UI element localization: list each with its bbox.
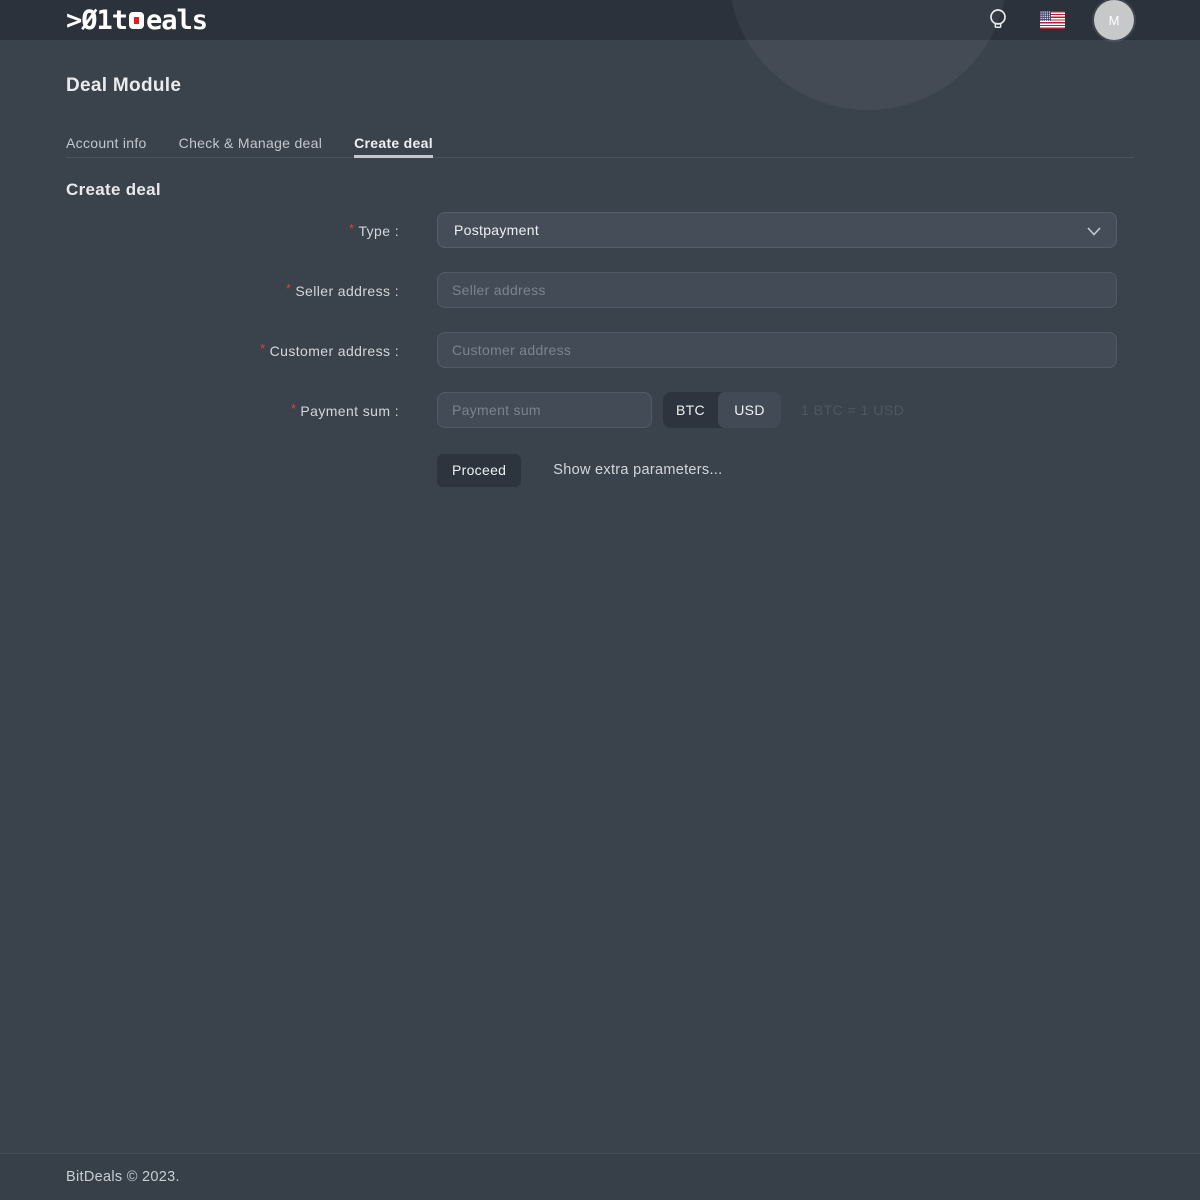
page-footer: BitDeals © 2023. [0,1153,1200,1200]
payment-sum-label: *Payment sum : [66,401,399,419]
customer-address-row: *Customer address : [66,332,1134,368]
avatar-initial: M [1109,13,1120,28]
type-label: *Type : [66,221,399,239]
create-deal-form: *Type : Postpayment *Seller address : [66,212,1134,488]
tab-account-info[interactable]: Account info [66,135,147,157]
required-marker: * [349,221,354,236]
us-flag-canton [1040,11,1051,21]
tab-create-deal[interactable]: Create deal [354,135,433,157]
type-select-value: Postpayment [454,222,539,238]
tab-bar: Account info Check & Manage deal Create … [66,135,1134,158]
theme-toggle-button[interactable] [987,7,1009,34]
show-extra-parameters-link[interactable]: Show extra parameters... [553,462,722,478]
payment-sum-row: *Payment sum : BTC USD 1 BTC = 1 USD [66,392,1134,428]
lightbulb-icon [987,7,1009,34]
page-title: Deal Module [66,75,1134,97]
actions-row: Proceed Show extra parameters... [66,452,1134,488]
language-flag-us[interactable] [1040,11,1065,29]
customer-address-label: *Customer address : [66,341,399,359]
currency-toggle: BTC USD [663,392,781,428]
required-marker: * [260,341,265,356]
logo-d-glyph [129,12,144,29]
section-title: Create deal [66,180,1134,200]
chevron-down-icon [1087,227,1101,236]
customer-address-input[interactable] [437,332,1117,368]
currency-option-btc[interactable]: BTC [663,392,718,428]
main-content: Deal Module Account info Check & Manage … [0,75,1200,488]
seller-address-input[interactable] [437,272,1117,308]
header-actions: M [987,0,1134,40]
seller-address-label: *Seller address : [66,281,399,299]
logo-text-pre: >Ø1t [66,5,127,36]
required-marker: * [291,401,296,416]
copyright-text: BitDeals © 2023. [66,1169,180,1185]
user-avatar[interactable]: M [1094,0,1134,40]
brand-logo[interactable]: >Ø1t eals [66,5,207,36]
logo-text-post: eals [146,5,207,36]
required-marker: * [286,281,291,296]
proceed-button[interactable]: Proceed [437,454,521,487]
exchange-rate-text: 1 BTC = 1 USD [801,402,904,418]
tab-check-manage-deal[interactable]: Check & Manage deal [179,135,322,157]
type-select[interactable]: Postpayment [437,212,1117,248]
payment-sum-input[interactable] [437,392,652,428]
seller-address-row: *Seller address : [66,272,1134,308]
top-header: >Ø1t eals M [0,0,1200,40]
type-row: *Type : Postpayment [66,212,1134,248]
currency-option-usd[interactable]: USD [718,392,781,428]
